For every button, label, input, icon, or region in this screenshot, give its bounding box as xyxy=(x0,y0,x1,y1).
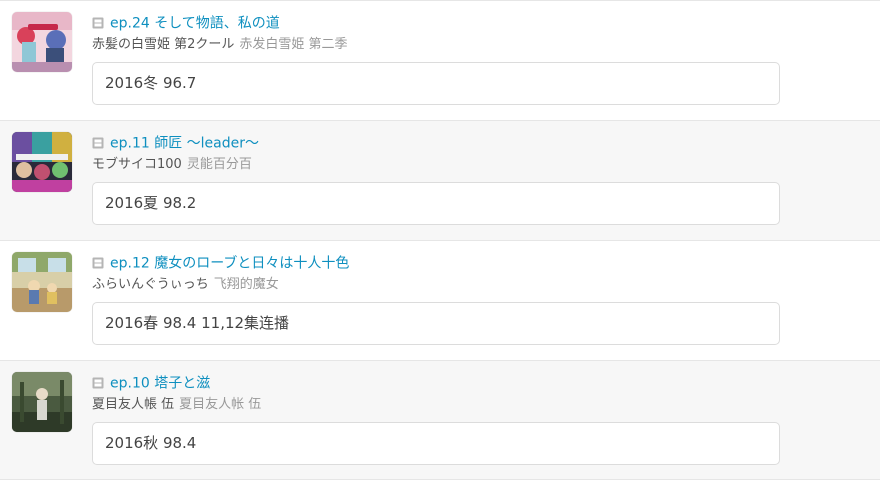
series-line: ふらいんぐうぃっち 飞翔的魔女 xyxy=(92,276,279,294)
series-name: 夏目友人帳 伍 xyxy=(92,397,175,412)
anime-cover-thumbnail[interactable] xyxy=(12,132,72,192)
film-icon xyxy=(92,137,104,149)
episode-title-line: ep.24 そして物語、私の道 xyxy=(92,13,280,33)
film-icon xyxy=(92,17,104,29)
list-item: ep.10 塔子と滋 夏目友人帳 伍夏目友人帐 伍 2016秋 98.4 xyxy=(0,360,880,480)
series-name-cn: 赤发白雪姫 第二季 xyxy=(239,37,348,52)
episode-title-link[interactable]: ep.24 そして物語、私の道 xyxy=(110,16,280,32)
episode-title-line: ep.11 師匠 ～leader～ xyxy=(92,133,259,153)
series-name: ふらいんぐうぃっち xyxy=(92,277,209,292)
episode-title-link[interactable]: ep.10 塔子と滋 xyxy=(110,376,210,392)
anime-cover-thumbnail[interactable] xyxy=(12,12,72,72)
series-name-cn: 飞翔的魔女 xyxy=(213,277,279,292)
episode-title-line: ep.12 魔女のローブと日々は十人十色 xyxy=(92,253,349,273)
series-line: モブサイコ100 灵能百分百 xyxy=(92,156,252,174)
cover-image xyxy=(12,252,72,312)
cover-image xyxy=(12,132,72,192)
comment-box: 2016春 98.4 11,12集连播 xyxy=(92,302,780,345)
film-icon xyxy=(92,257,104,269)
series-name-cn: 夏目友人帐 伍 xyxy=(179,397,262,412)
comment-box: 2016冬 96.7 xyxy=(92,62,780,105)
cover-image xyxy=(12,12,72,72)
list-item: ep.11 師匠 ～leader～ モブサイコ100 灵能百分百 2016夏 98… xyxy=(0,120,880,240)
episode-list: ep.24 そして物語、私の道 赤髪の白雪姫 第2クール 赤发白雪姫 第二季 20… xyxy=(0,0,896,480)
series-name: モブサイコ100 xyxy=(92,157,182,172)
anime-cover-thumbnail[interactable] xyxy=(12,252,72,312)
list-item: ep.24 そして物語、私の道 赤髪の白雪姫 第2クール 赤发白雪姫 第二季 20… xyxy=(0,0,880,120)
list-item: ep.12 魔女のローブと日々は十人十色 ふらいんぐうぃっち 飞翔的魔女 2016… xyxy=(0,240,880,360)
comment-box: 2016夏 98.2 xyxy=(92,182,780,225)
cover-image xyxy=(12,372,72,432)
episode-title-link[interactable]: ep.12 魔女のローブと日々は十人十色 xyxy=(110,256,349,272)
series-line: 夏目友人帳 伍夏目友人帐 伍 xyxy=(92,396,261,414)
series-name: 赤髪の白雪姫 第2クール xyxy=(92,37,235,52)
episode-title-line: ep.10 塔子と滋 xyxy=(92,373,210,393)
series-name-cn: 灵能百分百 xyxy=(186,157,252,172)
episode-title-link[interactable]: ep.11 師匠 ～leader～ xyxy=(110,136,259,152)
comment-box: 2016秋 98.4 xyxy=(92,422,780,465)
series-line: 赤髪の白雪姫 第2クール 赤发白雪姫 第二季 xyxy=(92,36,348,54)
film-icon xyxy=(92,377,104,389)
anime-cover-thumbnail[interactable] xyxy=(12,372,72,432)
